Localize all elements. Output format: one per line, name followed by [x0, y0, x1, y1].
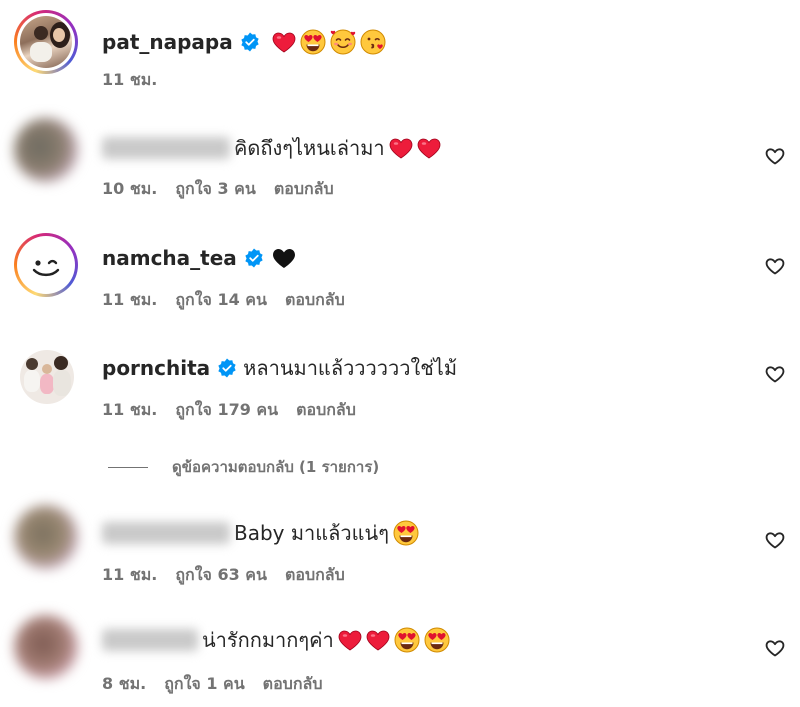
timestamp[interactable]: 11 ชม. [102, 288, 157, 313]
heart-eyes-icon [393, 520, 419, 546]
reply-button[interactable]: ตอบกลับ [263, 672, 323, 697]
reply-button[interactable]: ตอบกลับ [296, 398, 356, 423]
blurred-avatar[interactable] [14, 505, 78, 569]
timestamp[interactable]: 11 ชม. [102, 398, 157, 423]
verified-badge-icon [244, 248, 264, 268]
like-heart-icon[interactable] [765, 146, 785, 166]
red-heart-icon [272, 31, 296, 53]
avatar[interactable] [14, 10, 78, 74]
comment-meta: 11 ชม. ถูกใจ 63 คน ตอบกลับ [102, 563, 345, 588]
blurred-username [102, 137, 230, 159]
like-count[interactable]: ถูกใจ 179 คน [175, 398, 278, 423]
username[interactable]: pornchita [102, 356, 210, 380]
username[interactable]: pat_napapa [102, 30, 233, 54]
like-heart-icon[interactable] [765, 530, 785, 550]
comment-line: pat_napapa [102, 26, 386, 58]
view-replies-label: ดูข้อความตอบกลับ (1 รายการ) [172, 458, 380, 476]
heart-eyes-icon [394, 627, 420, 653]
comment-meta: 11 ชม. ถูกใจ 179 คน ตอบกลับ [102, 398, 356, 423]
family-photo-icon [20, 350, 74, 404]
comment-meta: 10 ชม. ถูกใจ 3 คน ตอบกลับ [102, 177, 334, 202]
smiley-face-icon [20, 239, 72, 291]
timestamp[interactable]: 11 ชม. [102, 563, 157, 588]
heart-eyes-icon [424, 627, 450, 653]
reply-button[interactable]: ตอบกลับ [285, 563, 345, 588]
verified-badge-icon [240, 32, 260, 52]
red-heart-icon [417, 137, 441, 159]
verified-badge-icon [217, 358, 237, 378]
like-heart-icon[interactable] [765, 638, 785, 658]
view-replies-button[interactable]: ดูข้อความตอบกลับ (1 รายการ) [108, 455, 379, 479]
comment-text: คิดถึงๆไหนเล่ามา [234, 136, 385, 160]
timestamp[interactable]: 8 ชม. [102, 672, 146, 697]
reply-button[interactable]: ตอบกลับ [285, 288, 345, 313]
like-count[interactable]: ถูกใจ 63 คน [175, 563, 267, 588]
timestamp[interactable]: 10 ชม. [102, 177, 157, 202]
avatar[interactable] [20, 350, 74, 404]
comment-meta: 11 ชม. ถูกใจ 14 คน ตอบกลับ [102, 288, 345, 313]
avatar[interactable] [14, 233, 78, 297]
divider [108, 466, 148, 468]
blurred-username [102, 522, 230, 544]
comment-meta: 11 ชม. [102, 68, 157, 93]
comment-text: น่ารักกมากๆค่า [202, 628, 334, 652]
smiling-hearts-icon [330, 29, 356, 55]
like-heart-icon[interactable] [765, 256, 785, 276]
reply-button[interactable]: ตอบกลับ [274, 177, 334, 202]
comment-text: Baby มาแล้วแน่ๆ [234, 521, 389, 545]
like-count[interactable]: ถูกใจ 3 คน [175, 177, 255, 202]
profile-photo-icon [20, 16, 72, 68]
red-heart-icon [366, 629, 390, 651]
like-count[interactable]: ถูกใจ 14 คน [175, 288, 267, 313]
heart-eyes-icon [300, 29, 326, 55]
comment-line: Baby มาแล้วแน่ๆ [102, 517, 419, 549]
comment-line: namcha_tea [102, 242, 296, 274]
comment-line: pornchita หลานมาแล้ววววววใช่ไม้ [102, 352, 457, 384]
comment-meta: 8 ชม. ถูกใจ 1 คน ตอบกลับ [102, 672, 322, 697]
blurred-avatar[interactable] [14, 118, 78, 182]
red-heart-icon [338, 629, 362, 651]
blurred-username [102, 629, 198, 651]
red-heart-icon [389, 137, 413, 159]
username[interactable]: namcha_tea [102, 246, 237, 270]
like-heart-icon[interactable] [765, 364, 785, 384]
comment-text: หลานมาแล้ววววววใช่ไม้ [243, 356, 458, 380]
comment-line: คิดถึงๆไหนเล่ามา [102, 132, 441, 164]
black-heart-icon [272, 247, 296, 269]
kissing-face-icon [360, 29, 386, 55]
comment-line: น่ารักกมากๆค่า [102, 624, 450, 656]
blurred-avatar[interactable] [14, 615, 78, 679]
like-count[interactable]: ถูกใจ 1 คน [164, 672, 244, 697]
timestamp[interactable]: 11 ชม. [102, 68, 157, 93]
